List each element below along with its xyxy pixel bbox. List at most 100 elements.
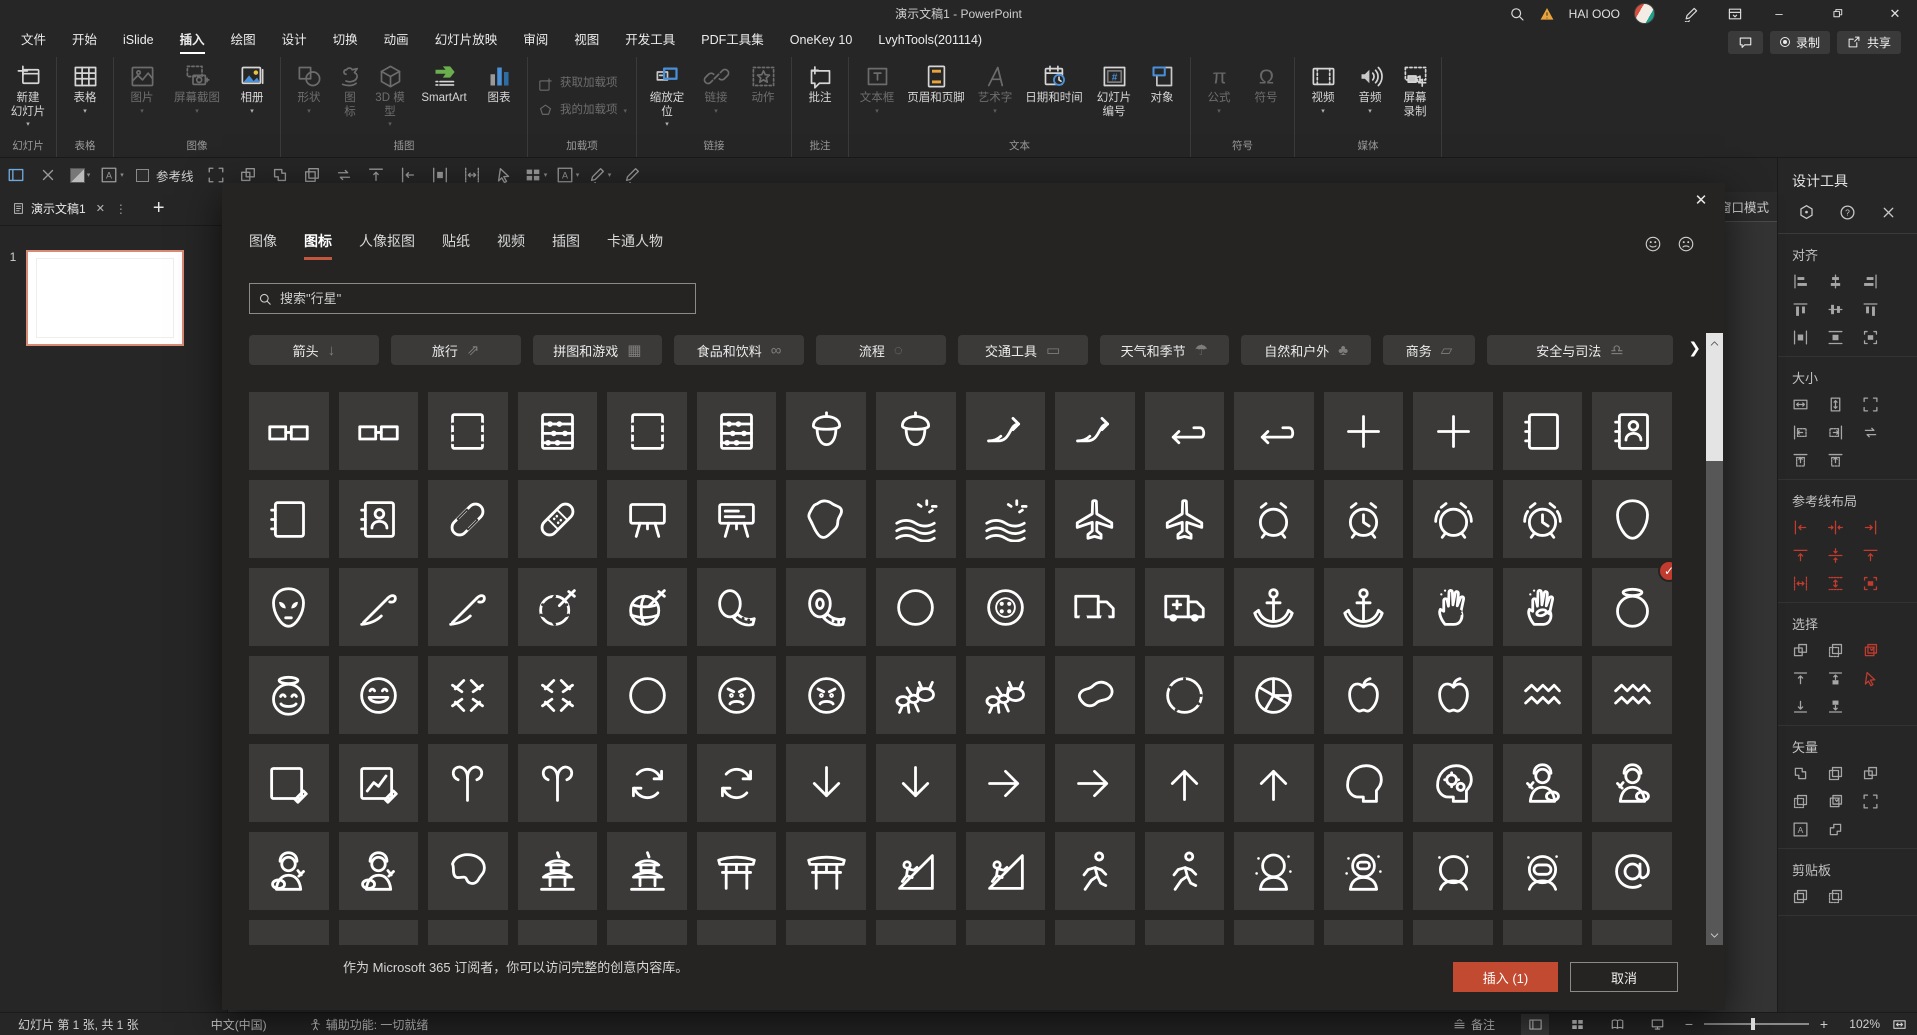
quickbar-swap-tool[interactable] bbox=[328, 166, 360, 184]
icon-tile-billboard-outline[interactable] bbox=[696, 480, 777, 558]
icon-tile-mountain-climbing-outline[interactable] bbox=[965, 832, 1046, 910]
menu-tab-设计[interactable]: 设计 bbox=[269, 27, 320, 57]
icon-tile-partial[interactable] bbox=[1234, 920, 1314, 945]
icon-tile-area-chart[interactable] bbox=[249, 744, 329, 822]
stretch-bottom-button[interactable] bbox=[1827, 452, 1862, 469]
select-objects-button[interactable] bbox=[1792, 642, 1827, 659]
guide-margin-vertical-button[interactable] bbox=[1827, 575, 1862, 592]
ribbon-button-图片[interactable]: 图片 ▾ bbox=[119, 59, 165, 136]
comments-button[interactable] bbox=[1727, 30, 1763, 54]
fragment-shapes-button[interactable] bbox=[1792, 793, 1827, 810]
icon-tile-aperture-outline[interactable] bbox=[1234, 656, 1314, 734]
icon-tile-angry-face-2-outline[interactable] bbox=[786, 656, 866, 734]
icon-tile-arrow-up-outline[interactable] bbox=[1234, 744, 1314, 822]
quickbar-copy-style-tool[interactable] bbox=[296, 166, 328, 184]
guide-right-button[interactable] bbox=[1862, 519, 1897, 536]
icon-tile-bandage[interactable] bbox=[428, 480, 508, 558]
icon-tile-3d-glasses-outline[interactable] bbox=[338, 392, 419, 470]
document-tab[interactable]: 演示文稿1 ✕ bbox=[6, 192, 111, 225]
menu-tab-OneKey 10[interactable]: OneKey 10 bbox=[777, 27, 866, 57]
icon-tile-cycle-arrows-outline[interactable] bbox=[696, 744, 777, 822]
icon-tile-acorn-outline[interactable] bbox=[875, 392, 956, 470]
ribbon-button-动作[interactable]: 动作 bbox=[740, 59, 786, 136]
ribbon-button-音频[interactable]: 音频 ▾ bbox=[1347, 59, 1393, 136]
ribbon-button-公式[interactable]: 公式 ▾ bbox=[1196, 59, 1242, 136]
dialog-close-icon[interactable]: ✕ bbox=[1689, 188, 1713, 212]
icon-tile-measuring-tape-outline[interactable] bbox=[786, 568, 866, 646]
category-商务[interactable]: 商务 ▱ bbox=[1383, 335, 1475, 365]
align-center-button[interactable] bbox=[1827, 273, 1862, 290]
menu-tab-动画[interactable]: 动画 bbox=[371, 27, 422, 57]
icon-tile-partial[interactable] bbox=[607, 920, 687, 945]
distribute-vertical-button[interactable] bbox=[1827, 329, 1862, 346]
ribbon-button-相册[interactable]: 相册 ▾ bbox=[229, 59, 275, 136]
distribute-horizontal-button[interactable] bbox=[1792, 329, 1827, 346]
icon-tile-arrow-bend-outline[interactable] bbox=[1234, 392, 1314, 470]
icon-tile-needle[interactable] bbox=[338, 568, 419, 646]
icon-tile-artist-outline[interactable] bbox=[338, 832, 419, 910]
combine-shapes-button[interactable] bbox=[1827, 821, 1862, 838]
menu-tab-iSlide[interactable]: iSlide bbox=[110, 27, 167, 57]
design-tools-close-panel-icon[interactable] bbox=[1880, 204, 1897, 221]
icon-tile-artist-female-outline[interactable] bbox=[1592, 744, 1672, 822]
icon-tile-acorn[interactable] bbox=[786, 392, 866, 470]
category-自然和户外[interactable]: 自然和户外 ♣ bbox=[1241, 335, 1371, 365]
icon-tile-partial[interactable] bbox=[1592, 920, 1672, 945]
icon-tile-yarn[interactable] bbox=[517, 568, 598, 646]
quickbar-distribute-tool[interactable] bbox=[424, 166, 456, 184]
icon-tile-anemone[interactable] bbox=[1413, 568, 1493, 646]
icon-tile-abacus-2[interactable] bbox=[607, 392, 687, 470]
send-to-back-button[interactable] bbox=[1827, 698, 1862, 715]
feedback-negative-icon[interactable] bbox=[1677, 235, 1695, 253]
stretch-right-button[interactable] bbox=[1827, 424, 1862, 441]
icon-tile-partial[interactable] bbox=[338, 920, 419, 945]
ribbon-button-新建幻灯片[interactable]: 新建 幻灯片 ▾ bbox=[5, 59, 51, 136]
icon-tile-aries[interactable] bbox=[428, 744, 508, 822]
icon-tile-billboard[interactable] bbox=[607, 480, 687, 558]
design-tools-settings-icon[interactable] bbox=[1798, 204, 1815, 221]
guides-checkbox[interactable] bbox=[136, 168, 149, 182]
align-right-button[interactable] bbox=[1862, 273, 1897, 290]
ribbon-button-日期和时间[interactable]: 日期和时间 bbox=[1019, 59, 1089, 136]
ribbon-button-屏幕截图[interactable]: 屏幕截图 ▾ bbox=[166, 59, 228, 136]
tab-overflow-icon[interactable]: ⋮ bbox=[115, 202, 127, 216]
zoom-out-button[interactable]: − bbox=[1683, 1016, 1695, 1032]
quickbar-text-tool[interactable]: ▾ bbox=[552, 166, 584, 184]
menu-tab-绘图[interactable]: 绘图 bbox=[218, 27, 269, 57]
record-button[interactable]: 录制 bbox=[1769, 30, 1830, 54]
icon-tile-aquarius-outline[interactable] bbox=[1592, 656, 1672, 734]
search-input[interactable] bbox=[280, 291, 695, 306]
center-in-slide-button[interactable] bbox=[1862, 329, 1897, 346]
quickbar-align-top-tool[interactable] bbox=[360, 166, 392, 184]
guide-margin-horizontal-button[interactable] bbox=[1792, 575, 1827, 592]
ribbon-button-表格[interactable]: 表格 ▾ bbox=[62, 59, 108, 136]
inking-icon[interactable] bbox=[1683, 6, 1699, 22]
quickbar-eraser-tool[interactable] bbox=[616, 166, 648, 184]
icon-tile-angel-face[interactable]: ✓ bbox=[1592, 560, 1672, 646]
menu-tab-审阅[interactable]: 审阅 bbox=[510, 27, 561, 57]
icon-tile-contact-card[interactable] bbox=[249, 480, 329, 558]
quickbar-brush-tool[interactable]: ▾ bbox=[584, 166, 616, 184]
icon-tile-alarm-clock-outline[interactable] bbox=[1323, 480, 1404, 558]
slideshow-button[interactable] bbox=[1643, 1014, 1671, 1035]
icon-tile-astronaut-2-outline[interactable] bbox=[1502, 832, 1583, 910]
icon-tile-arrow-right-outline[interactable] bbox=[1055, 744, 1135, 822]
menu-tab-切换[interactable]: 切换 bbox=[320, 27, 371, 57]
icon-tile-airplane[interactable] bbox=[1055, 480, 1135, 558]
menu-tab-开始[interactable]: 开始 bbox=[59, 27, 110, 57]
icon-tile-alarm-clock[interactable] bbox=[1234, 480, 1314, 558]
icon-tile-anemone-outline[interactable] bbox=[1502, 568, 1583, 646]
guide-top-button[interactable] bbox=[1792, 547, 1827, 564]
icon-tile-ant[interactable] bbox=[875, 656, 956, 734]
ribbon-button-符号[interactable]: 符号 bbox=[1243, 59, 1289, 136]
ribbon-button-图表[interactable]: 图表 bbox=[476, 59, 522, 136]
zoom-in-button[interactable]: + bbox=[1818, 1016, 1830, 1032]
slide-sorter-view-button[interactable] bbox=[1563, 1014, 1591, 1035]
category-流程[interactable]: 流程 ◌ bbox=[816, 335, 946, 365]
document-tab-close-icon[interactable]: ✕ bbox=[96, 202, 105, 215]
design-tools-help-icon[interactable] bbox=[1839, 204, 1856, 221]
insert-button[interactable]: 插入 (1) bbox=[1453, 962, 1558, 992]
icon-tile-anger-mark[interactable] bbox=[428, 656, 508, 734]
same-size-button[interactable] bbox=[1862, 396, 1897, 413]
icon-tile-cycle-arrows[interactable] bbox=[607, 744, 687, 822]
